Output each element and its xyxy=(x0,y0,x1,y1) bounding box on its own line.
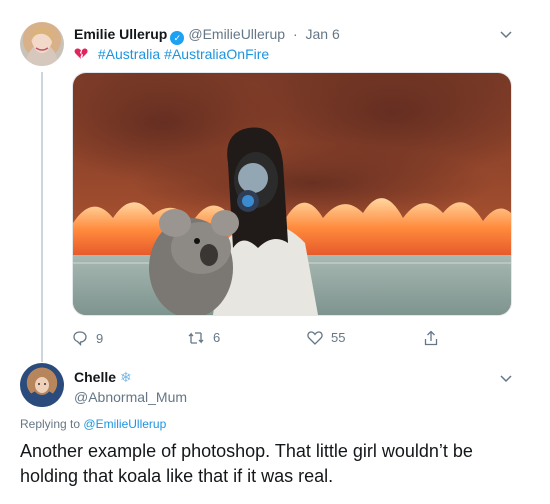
tweet-text: Another example of photoshop. That littl… xyxy=(20,441,473,486)
avatar-photo xyxy=(24,371,60,407)
retweet-icon xyxy=(188,331,204,344)
like-count: 55 xyxy=(331,330,346,345)
avatar[interactable] xyxy=(20,22,64,66)
tweet-header: Emilie Ullerup ✓ @EmilieUllerup · Jan 6 xyxy=(74,26,340,45)
avatar[interactable] xyxy=(20,363,64,407)
reply-count: 9 xyxy=(96,330,104,346)
replying-to: Replying to @EmilieUllerup xyxy=(20,417,166,431)
like-action[interactable]: 55 xyxy=(307,330,345,345)
thread-line xyxy=(41,72,43,362)
hashtag-link[interactable]: #Australia xyxy=(98,46,160,62)
share-icon xyxy=(424,330,438,346)
chevron-down-icon[interactable] xyxy=(500,372,512,386)
replying-prefix: Replying to xyxy=(20,417,81,431)
snowflake-icon: ❄ xyxy=(120,369,132,385)
avatar-photo xyxy=(26,26,58,66)
author-handle[interactable]: @Abnormal_Mum xyxy=(74,389,187,405)
reply-icon xyxy=(73,331,87,346)
verified-badge-icon: ✓ xyxy=(170,31,185,45)
reply-action[interactable]: 9 xyxy=(72,330,103,346)
separator: · xyxy=(292,26,298,42)
retweet-count: 6 xyxy=(213,330,221,345)
author-handle[interactable]: @EmilieUllerup xyxy=(188,26,285,42)
broken-heart-icon xyxy=(74,46,92,62)
tweet-main[interactable]: Emilie Ullerup ✓ @EmilieUllerup · Jan 6 #A… xyxy=(0,0,550,362)
tweet-text: #Australia #AustraliaOnFire xyxy=(74,46,273,62)
tweet-reply[interactable]: Chelle ❄ @Abnormal_Mum Replying to @Emili… xyxy=(0,355,550,504)
replying-to-link[interactable]: @EmilieUllerup xyxy=(83,417,166,431)
tweet-date[interactable]: Jan 6 xyxy=(306,26,340,42)
heart-icon xyxy=(307,330,323,345)
chevron-down-icon[interactable] xyxy=(500,28,512,42)
author-name-row: Chelle ❄ xyxy=(74,369,132,386)
tweet-image[interactable] xyxy=(72,72,512,316)
hashtag-link[interactable]: #AustraliaOnFire xyxy=(164,46,269,62)
share-action[interactable] xyxy=(424,330,446,346)
bushfire-koala-photo xyxy=(73,73,511,315)
retweet-action[interactable]: 6 xyxy=(187,330,220,345)
author-name[interactable]: Emilie Ullerup xyxy=(74,26,167,42)
author-name[interactable]: Chelle xyxy=(74,369,116,385)
tweet-actions: 9 6 55 xyxy=(72,330,512,350)
